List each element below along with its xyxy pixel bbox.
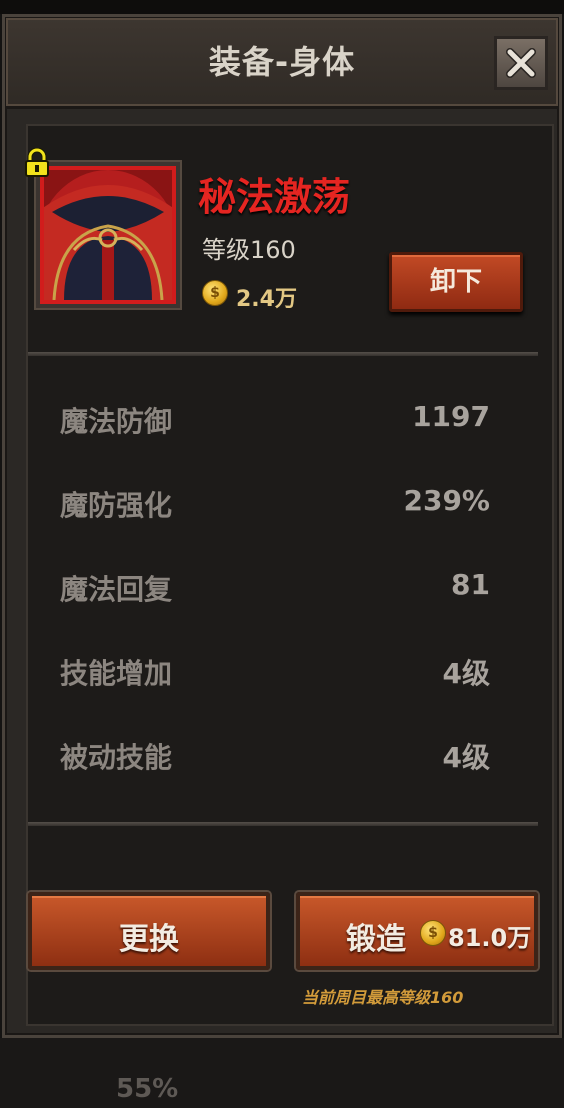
background-top xyxy=(0,0,564,14)
unequip-button[interactable]: 卸下 xyxy=(389,252,523,312)
stat-value-passive-skill: 4级 xyxy=(442,741,490,774)
stat-label-magic-regen: 魔法回复 xyxy=(60,573,173,606)
forge-button-label: 锻造 xyxy=(346,922,406,957)
stat-label-skill-bonus: 技能增加 xyxy=(60,657,173,690)
replace-button-label: 更换 xyxy=(119,922,179,957)
dialog-title: 装备-身体 xyxy=(208,43,356,81)
stat-value-skill-bonus: 4级 xyxy=(442,657,490,690)
stat-value-magic-defense: 1197 xyxy=(412,400,490,433)
coin-icon: $ xyxy=(420,920,446,946)
item-icon xyxy=(40,166,176,304)
stat-label-magic-defense: 魔法防御 xyxy=(60,405,173,438)
background-bottom xyxy=(0,1038,564,1108)
stat-value-magic-defense-boost: 239% xyxy=(403,484,490,517)
forge-button[interactable]: 锻造 $ 81.0万 xyxy=(296,892,538,970)
robe-icon xyxy=(44,170,172,300)
coin-icon: $ xyxy=(202,280,228,306)
max-level-note: 当前周目最高等级160 xyxy=(302,988,464,1007)
divider-top xyxy=(28,352,538,356)
divider-bottom xyxy=(28,822,538,826)
lock-icon xyxy=(25,148,49,177)
item-name: 秘法激荡 xyxy=(198,175,351,219)
forge-cost: 81.0万 xyxy=(448,924,532,952)
dialog-header: 装备-身体 xyxy=(6,18,558,109)
close-icon xyxy=(506,48,536,78)
close-button[interactable] xyxy=(494,36,548,90)
item-icon-frame[interactable] xyxy=(34,160,182,310)
stat-label-magic-defense-boost: 魔防强化 xyxy=(60,489,173,522)
stat-value-magic-regen: 81 xyxy=(451,568,490,601)
item-level: 等级160 xyxy=(202,236,296,264)
item-price: 2.4万 xyxy=(236,287,297,312)
background-percent-text: 55% xyxy=(116,1074,179,1104)
stat-label-passive-skill: 被动技能 xyxy=(60,741,173,774)
replace-button[interactable]: 更换 xyxy=(28,892,270,970)
